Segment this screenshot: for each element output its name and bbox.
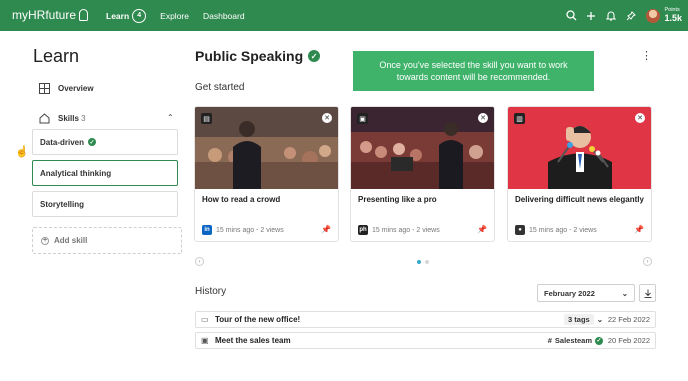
pin-icon[interactable]: 📌	[477, 225, 487, 234]
app-logo[interactable]: myHRfuture	[12, 8, 89, 22]
calendar-icon: ▭	[201, 315, 209, 324]
content-card[interactable]: ▥ ✕ Delivering difficult news elegantly …	[507, 106, 652, 242]
card-title: Presenting like a pro	[358, 195, 437, 204]
carousel-prev-button[interactable]: ‹	[195, 257, 204, 266]
sidebar-item-overview[interactable]: Overview	[39, 83, 94, 94]
plus-circle-icon: +	[41, 236, 49, 245]
logo-text: myHRfuture	[12, 8, 77, 22]
history-heading: History	[195, 286, 227, 297]
source-icon: ph	[358, 225, 368, 235]
page-title: Learn	[33, 46, 80, 66]
hashtag-icon: #	[547, 336, 552, 345]
carousel-dot[interactable]	[425, 260, 429, 264]
card-thumbnail	[508, 107, 651, 189]
nav-explore[interactable]: Explore	[160, 11, 189, 21]
grid-icon	[39, 83, 50, 94]
video-type-icon: ▣	[357, 113, 368, 124]
skill-item-storytelling[interactable]: Storytelling	[32, 191, 178, 217]
tag-badge[interactable]: # Salesteam ✓	[548, 336, 603, 345]
card-meta: ● 15 mins ago - 2 views	[515, 225, 597, 235]
article-type-icon: ▤	[201, 113, 212, 124]
verified-check-icon: ✓	[88, 138, 97, 146]
skill-title-text: Public Speaking	[195, 48, 304, 64]
add-skill-label: Add skill	[54, 236, 88, 245]
chevron-down-icon: ⌄	[596, 315, 603, 324]
linkedin-icon: in	[202, 225, 212, 235]
video-icon: ▣	[201, 336, 209, 345]
card-meta-text: 15 mins ago - 2 views	[372, 226, 440, 234]
top-nav-bar: myHRfuture Learn 4 Explore Dashboard Poi…	[0, 0, 688, 31]
content-card[interactable]: ▣ ✕ Presenting like a pro ph 15 mins ago…	[350, 106, 495, 242]
history-row[interactable]: ▣ Meet the sales team # Salesteam ✓ 20 F…	[195, 332, 656, 349]
pin-icon[interactable]	[622, 7, 640, 25]
tag-label: Salesteam	[554, 336, 592, 345]
chevron-up-icon[interactable]: ⌃	[167, 113, 174, 122]
sidebar-item-skills[interactable]: Skills 3	[39, 113, 86, 124]
tags-dropdown[interactable]: 3 tags ⌄	[564, 314, 603, 325]
carousel-dot-active[interactable]	[417, 260, 421, 264]
history-date: 20 Feb 2022	[607, 336, 650, 345]
verified-check-icon: ✓	[595, 336, 603, 345]
close-icon[interactable]: ✕	[322, 113, 332, 123]
sidebar-item-label: Overview	[58, 84, 94, 93]
skill-item-data-driven[interactable]: Data-driven ✓	[32, 129, 178, 155]
download-button[interactable]	[639, 284, 656, 302]
sidebar-item-label: Skills	[58, 114, 79, 123]
tags-count: 3 tags	[564, 314, 594, 325]
card-thumbnail	[351, 107, 494, 189]
nav-dashboard[interactable]: Dashboard	[203, 11, 245, 21]
history-date: 22 Feb 2022	[607, 315, 650, 324]
user-avatar[interactable]	[646, 8, 661, 23]
card-meta-text: 15 mins ago - 2 views	[529, 226, 597, 234]
home-icon	[39, 113, 50, 124]
history-row[interactable]: ▭ Tour of the new office! 3 tags ⌄ 22 Fe…	[195, 311, 656, 328]
article-type-icon: ▥	[514, 113, 525, 124]
source-icon: ●	[515, 225, 525, 235]
skill-label: Storytelling	[40, 199, 85, 209]
plus-icon[interactable]	[582, 7, 600, 25]
get-started-heading: Get started	[195, 82, 245, 93]
points-display: Points 1.5k	[664, 7, 682, 24]
history-title: Meet the sales team	[215, 336, 291, 345]
card-meta: in 15 mins ago - 2 views	[202, 225, 284, 235]
recommendation-tooltip: Once you've selected the skill you want …	[353, 51, 594, 91]
bell-icon[interactable]	[602, 7, 620, 25]
content-card[interactable]: ▤ ✕ How to read a crowd in 15 mins ago -…	[194, 106, 339, 242]
main-nav: Learn 4 Explore Dashboard	[106, 0, 245, 31]
skill-label: Data-driven	[40, 137, 85, 147]
top-icons: Points 1.5k	[562, 0, 688, 31]
verified-check-icon: ✓	[308, 50, 321, 62]
lightbulb-icon	[79, 9, 89, 21]
carousel-next-button[interactable]: ›	[643, 257, 652, 266]
close-icon[interactable]: ✕	[635, 113, 645, 123]
card-title: Delivering difficult news elegantly	[515, 195, 644, 204]
close-icon[interactable]: ✕	[478, 113, 488, 123]
points-value: 1.5k	[664, 13, 682, 24]
card-meta-text: 15 mins ago - 2 views	[216, 226, 284, 234]
nav-learn-label: Learn	[106, 10, 130, 21]
skills-count: 3	[81, 114, 86, 123]
download-icon	[644, 289, 651, 298]
history-title: Tour of the new office!	[215, 315, 301, 324]
skill-title: Public Speaking ✓	[195, 48, 321, 64]
pin-icon[interactable]: 📌	[634, 225, 644, 234]
card-title: How to read a crowd	[202, 195, 281, 204]
nav-learn-badge: 4	[132, 8, 147, 23]
search-icon[interactable]	[562, 7, 580, 25]
card-thumbnail	[195, 107, 338, 189]
card-meta: ph 15 mins ago - 2 views	[358, 225, 440, 235]
month-select-value: February 2022	[544, 288, 595, 298]
chevron-down-icon: ⌄	[621, 288, 628, 298]
skill-item-analytical-thinking[interactable]: Analytical thinking	[32, 160, 178, 186]
more-options-icon[interactable]: ⋮	[641, 51, 652, 62]
add-skill-button[interactable]: + Add skill	[32, 227, 182, 254]
hand-cursor-icon: ☝	[15, 146, 29, 158]
pin-icon[interactable]: 📌	[321, 225, 331, 234]
month-select[interactable]: February 2022 ⌄	[537, 284, 635, 302]
nav-learn[interactable]: Learn 4	[106, 8, 147, 23]
skill-label: Analytical thinking	[40, 168, 112, 178]
